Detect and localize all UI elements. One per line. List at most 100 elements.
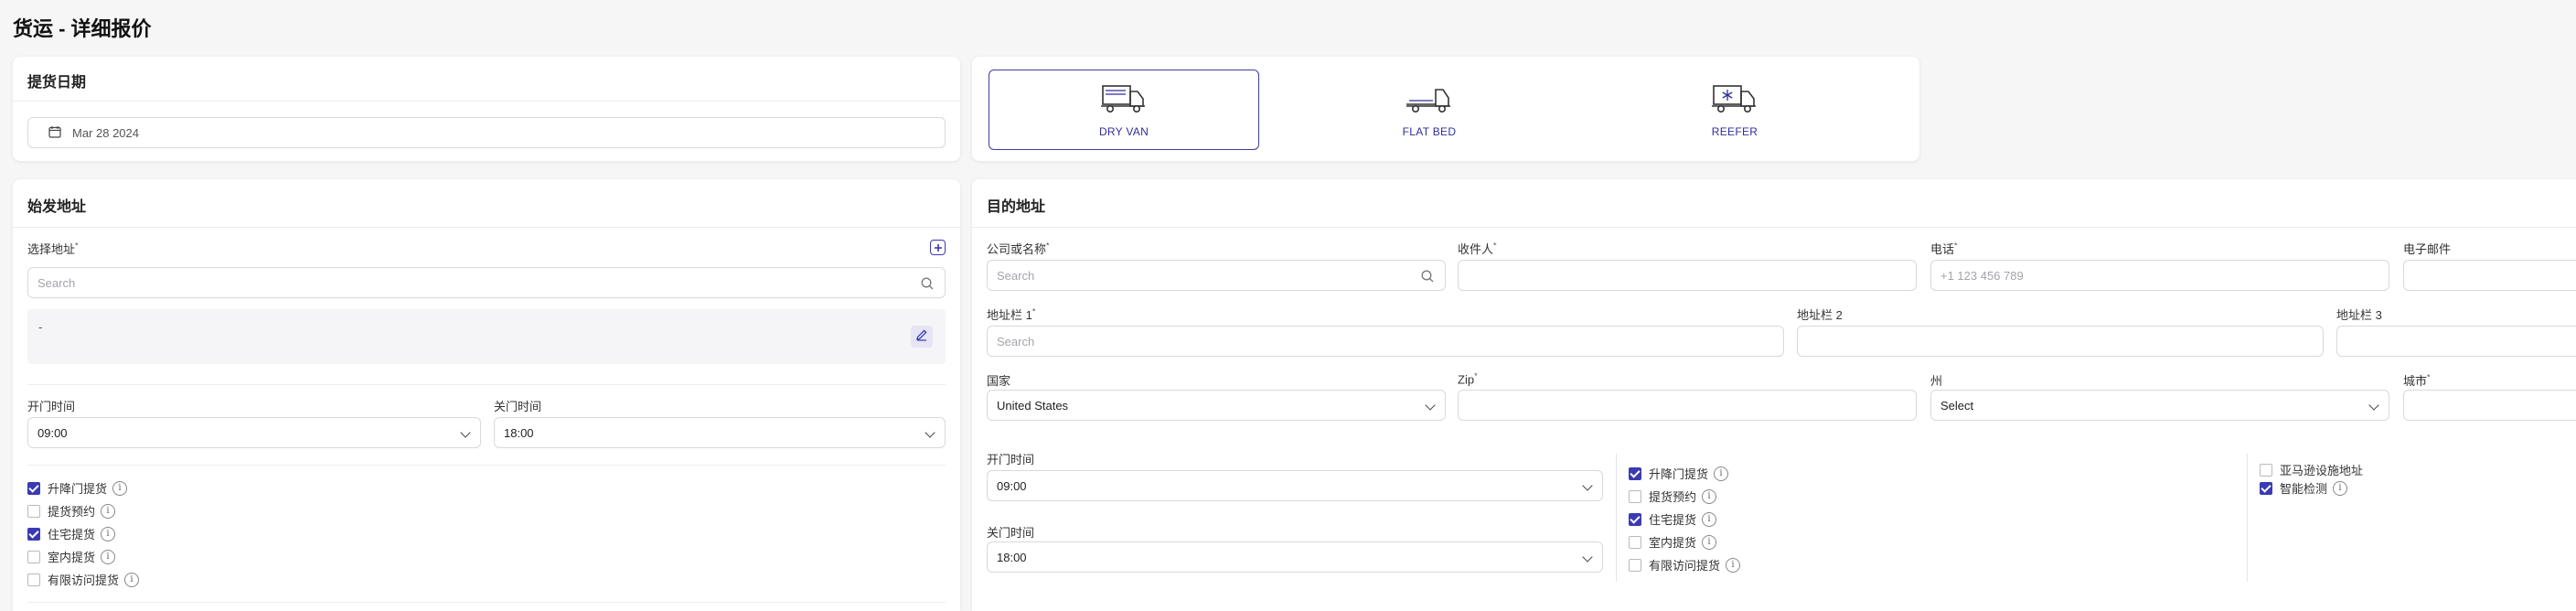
origin-option-residential[interactable]: 住宅提货 i xyxy=(27,525,116,542)
origin-card: 始发地址 选择地址* Search - 开门时间 09:00 关门时间 18:0… xyxy=(13,179,960,611)
destination-card: 目的地址 公司或名称* Search 收件人* 电话* +1 123 456 7… xyxy=(972,179,2576,611)
origin-option-liftgate[interactable]: 升降门提货 i xyxy=(27,479,128,497)
address1-placeholder: Search xyxy=(997,334,1035,348)
truck-label-dry-van: DRY VAN xyxy=(1098,124,1149,138)
address2-input[interactable] xyxy=(1797,326,2324,357)
info-icon: i xyxy=(1702,534,1717,550)
truck-label-reefer: REEFER xyxy=(1711,124,1758,138)
origin-search-input[interactable]: Search xyxy=(27,267,946,298)
city-input[interactable] xyxy=(2403,390,2576,421)
recipient-label: 收件人* xyxy=(1458,241,1497,256)
checkbox[interactable] xyxy=(1629,512,1641,526)
divider xyxy=(972,227,2576,228)
checkbox[interactable] xyxy=(1629,489,1641,503)
info-icon: i xyxy=(1726,557,1741,573)
calendar-icon xyxy=(48,125,61,141)
dest-close-time-value: 18:00 xyxy=(997,550,1027,564)
phone-placeholder: +1 123 456 789 xyxy=(1940,268,2024,283)
chevron-down-icon xyxy=(1582,552,1593,563)
checkbox[interactable] xyxy=(27,573,40,586)
dest-option-residential[interactable]: 住宅提货 i xyxy=(1629,510,1717,528)
address2-label: 地址栏 2 xyxy=(1797,308,1843,322)
dest-option-smart-detection[interactable]: 智能检测 i xyxy=(2260,479,2348,497)
pickup-date-value: Mar 28 2024 xyxy=(72,125,139,140)
checkbox[interactable] xyxy=(1629,558,1641,572)
checkbox[interactable] xyxy=(2260,481,2272,495)
origin-close-time-label: 关门时间 xyxy=(494,400,542,413)
city-label: 城市* xyxy=(2403,372,2431,388)
origin-open-time-value: 09:00 xyxy=(37,425,68,440)
truck-option-reefer[interactable]: REEFER xyxy=(1599,70,1870,150)
origin-search-placeholder: Search xyxy=(37,275,76,290)
chevron-down-icon xyxy=(460,427,471,438)
phone-input[interactable]: +1 123 456 789 xyxy=(1930,260,2389,291)
checkbox[interactable] xyxy=(27,504,40,518)
destination-title: 目的地址 xyxy=(987,199,1046,215)
info-icon: i xyxy=(112,480,128,496)
origin-option-appointment[interactable]: 提货预约 i xyxy=(27,502,116,520)
dest-option-liftgate[interactable]: 升降门提货 i xyxy=(1629,465,1729,482)
chevron-down-icon xyxy=(1582,480,1593,491)
chevron-down-icon xyxy=(2368,400,2379,411)
address1-input[interactable]: Search xyxy=(987,326,1784,357)
dest-open-time-value: 09:00 xyxy=(997,478,1027,493)
pencil-icon xyxy=(915,328,928,346)
edit-address-button[interactable] xyxy=(911,326,933,348)
dest-open-time-select[interactable]: 09:00 xyxy=(987,470,1603,501)
checkbox[interactable] xyxy=(2260,463,2272,477)
dest-close-time-label: 关门时间 xyxy=(987,526,1035,540)
dest-option-appointment[interactable]: 提货预约 i xyxy=(1629,488,1717,505)
divider xyxy=(27,384,946,385)
origin-address-display: - xyxy=(27,309,946,364)
divider xyxy=(13,101,960,102)
dest-option-limited-access[interactable]: 有限访问提货 i xyxy=(1629,556,1741,573)
recipient-input[interactable] xyxy=(1458,260,1917,291)
checkbox[interactable] xyxy=(1629,466,1641,480)
origin-option-limited-access[interactable]: 有限访问提货 i xyxy=(27,571,140,588)
chevron-down-icon xyxy=(1425,400,1436,411)
pickup-date-title: 提货日期 xyxy=(27,75,87,91)
company-search-input[interactable]: Search xyxy=(987,260,1446,291)
dry-van-truck-icon xyxy=(1100,82,1148,120)
country-select[interactable]: United States xyxy=(987,390,1446,421)
checkbox[interactable] xyxy=(27,481,40,495)
divider xyxy=(13,227,960,228)
origin-select-label: 选择地址* xyxy=(27,241,79,256)
divider xyxy=(1616,454,1617,582)
divider xyxy=(27,602,946,603)
origin-title: 始发地址 xyxy=(27,199,87,215)
origin-address-value: - xyxy=(38,320,43,334)
dest-close-time-select[interactable]: 18:00 xyxy=(987,541,1603,573)
origin-close-time-select[interactable]: 18:00 xyxy=(494,417,946,448)
phone-label: 电话* xyxy=(1930,241,1958,256)
add-address-icon[interactable] xyxy=(930,240,946,255)
address3-input[interactable] xyxy=(2336,326,2576,357)
country-label: 国家 xyxy=(987,374,1011,388)
chevron-down-icon xyxy=(925,427,935,438)
pickup-date-input[interactable]: Mar 28 2024 xyxy=(27,117,946,148)
info-icon: i xyxy=(1702,511,1717,527)
checkbox[interactable] xyxy=(1629,535,1641,549)
origin-option-inside[interactable]: 室内提货 i xyxy=(27,548,116,565)
zip-label: Zip* xyxy=(1458,371,1478,387)
checkbox[interactable] xyxy=(27,550,40,563)
company-search-placeholder: Search xyxy=(997,268,1035,283)
address3-label: 地址栏 3 xyxy=(2336,308,2382,322)
truck-option-flat-bed[interactable]: FLAT BED xyxy=(1294,70,1565,150)
dest-option-inside[interactable]: 室内提货 i xyxy=(1629,533,1717,551)
truck-label-flat-bed: FLAT BED xyxy=(1402,124,1457,138)
info-icon: i xyxy=(1702,488,1717,504)
origin-open-time-select[interactable]: 09:00 xyxy=(27,417,481,448)
divider xyxy=(27,465,946,466)
flat-bed-truck-icon xyxy=(1406,82,1453,120)
truck-option-dry-van[interactable]: DRY VAN xyxy=(989,70,1259,150)
info-icon: i xyxy=(101,526,116,541)
checkbox[interactable] xyxy=(27,527,40,541)
company-label: 公司或名称* xyxy=(987,241,1050,256)
dest-option-amazon-facility[interactable]: 亚马逊设施地址 xyxy=(2260,461,2363,478)
zip-input[interactable] xyxy=(1458,390,1917,421)
state-label: 州 xyxy=(1930,374,1943,388)
email-input[interactable] xyxy=(2403,260,2576,291)
state-select[interactable]: Select xyxy=(1930,390,2389,421)
email-label: 电子邮件 xyxy=(2403,242,2452,256)
